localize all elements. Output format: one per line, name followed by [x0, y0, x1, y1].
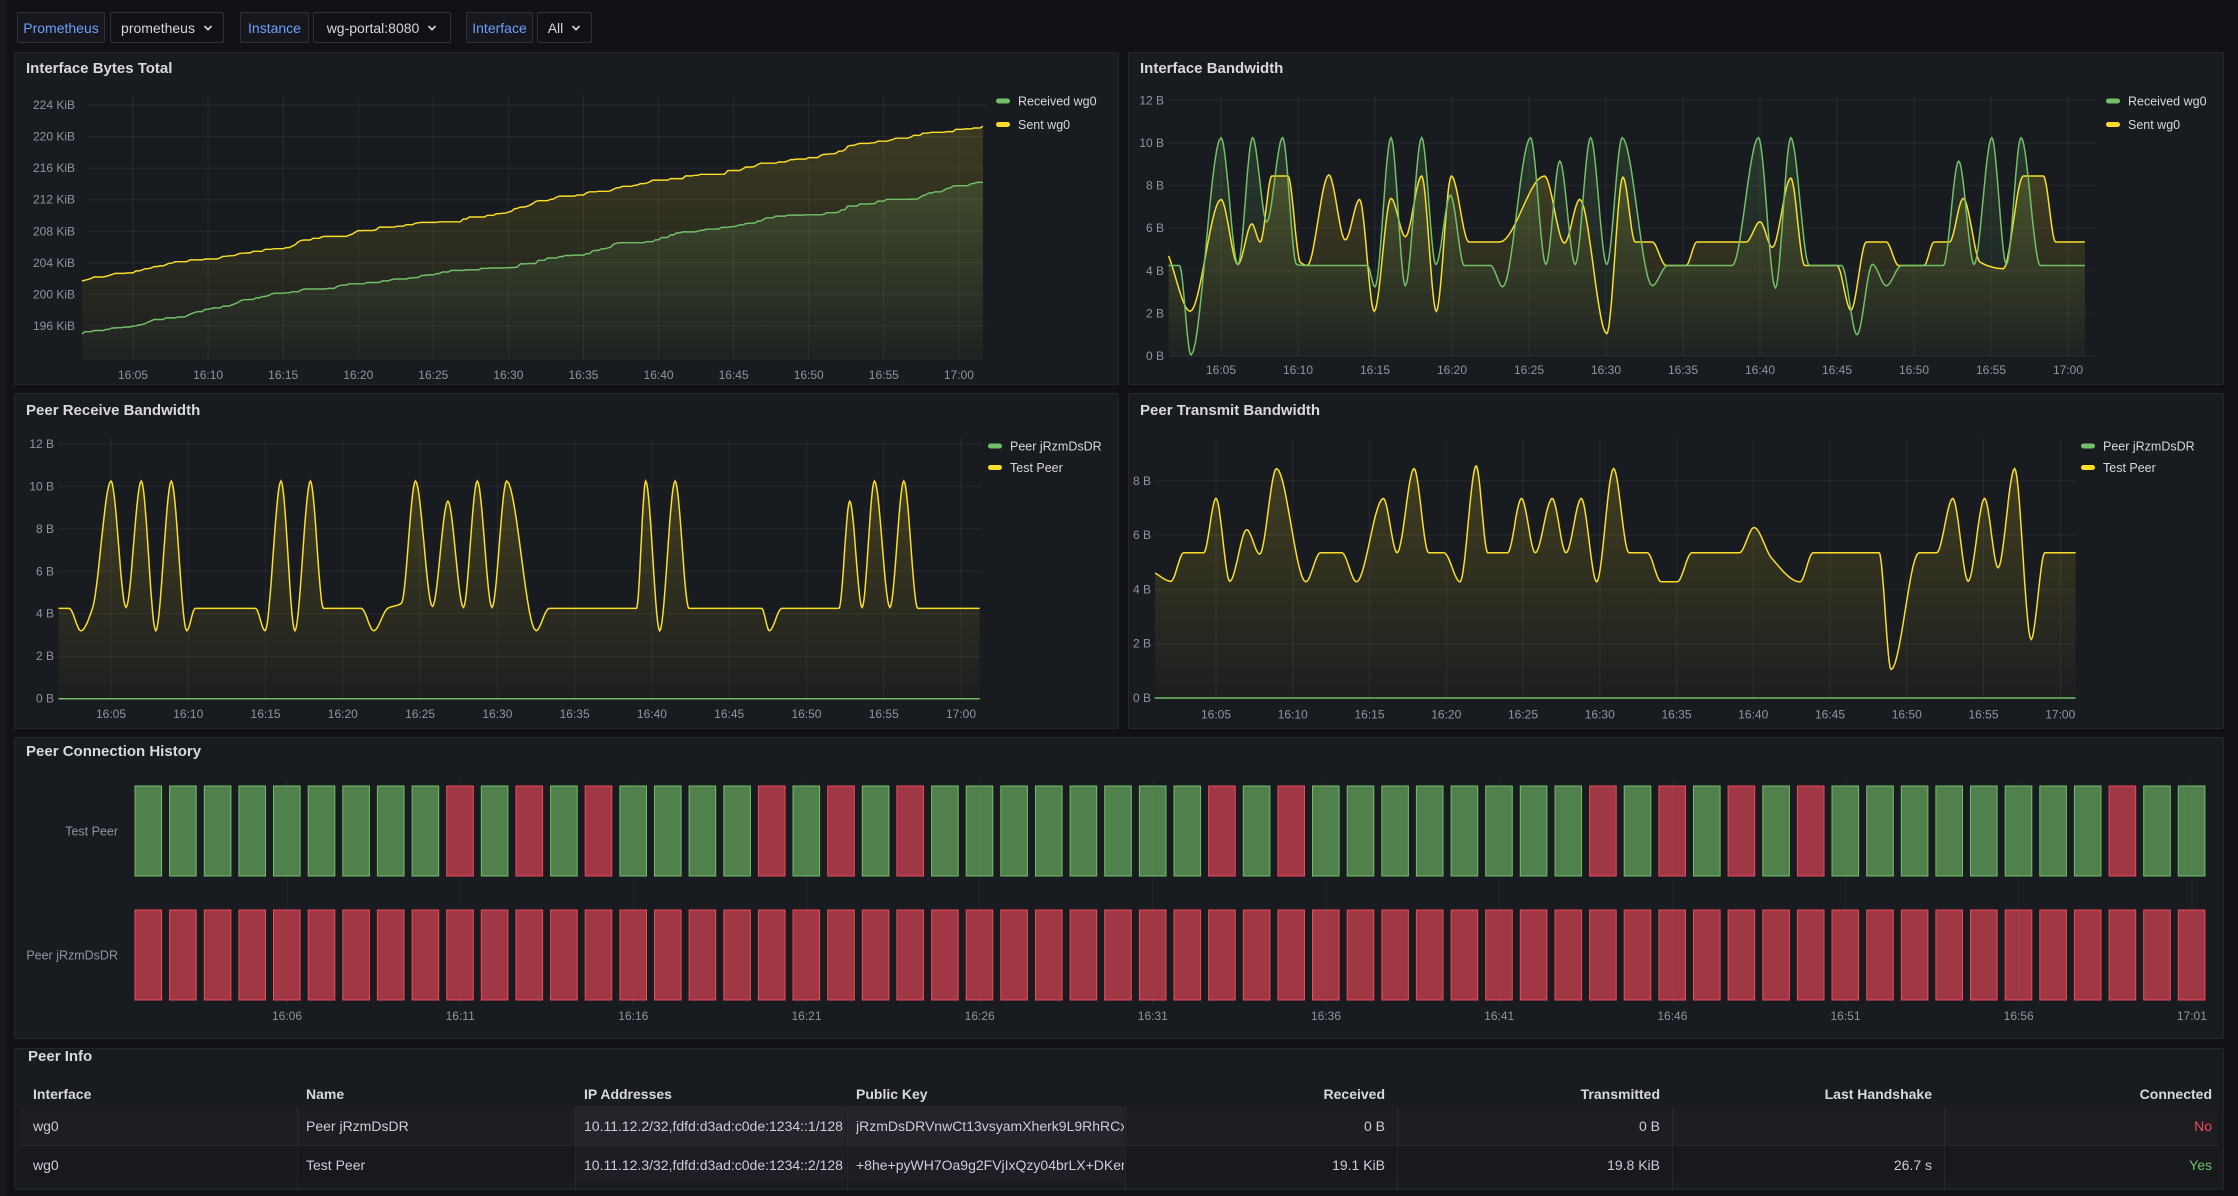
svg-text:16:30: 16:30 [493, 368, 523, 382]
svg-text:16:15: 16:15 [251, 707, 281, 721]
svg-text:17:00: 17:00 [2045, 708, 2075, 722]
svg-text:16:50: 16:50 [1892, 708, 1922, 722]
svg-text:0 B: 0 B [1146, 349, 1164, 363]
svg-text:4 B: 4 B [1146, 264, 1164, 278]
svg-text:Received wg0: Received wg0 [1018, 95, 1097, 109]
svg-text:16:05: 16:05 [1201, 708, 1231, 722]
svg-text:216 KiB: 216 KiB [33, 161, 75, 175]
svg-text:16:40: 16:40 [637, 707, 667, 721]
svg-text:16:50: 16:50 [791, 707, 821, 721]
svg-text:Peer jRzmDsDR: Peer jRzmDsDR [1010, 440, 1102, 454]
svg-text:16:40: 16:40 [1745, 363, 1775, 377]
svg-text:Test Peer: Test Peer [65, 825, 118, 839]
svg-text:6 B: 6 B [1133, 528, 1151, 542]
svg-text:2 B: 2 B [1133, 637, 1151, 651]
svg-text:16:05: 16:05 [1206, 363, 1236, 377]
svg-text:12 B: 12 B [1139, 93, 1164, 107]
svg-text:16:31: 16:31 [1138, 1009, 1168, 1023]
svg-text:16:50: 16:50 [794, 368, 824, 382]
svg-text:16:11: 16:11 [446, 1009, 475, 1023]
svg-text:16:55: 16:55 [1968, 708, 1998, 722]
svg-text:16:30: 16:30 [482, 707, 512, 721]
svg-text:10 B: 10 B [1139, 136, 1164, 150]
svg-text:16:15: 16:15 [268, 368, 298, 382]
svg-text:16:06: 16:06 [272, 1009, 302, 1023]
svg-text:16:35: 16:35 [1668, 363, 1698, 377]
svg-text:16:25: 16:25 [1508, 708, 1538, 722]
svg-text:16:20: 16:20 [1431, 708, 1461, 722]
svg-text:4 B: 4 B [36, 607, 54, 621]
svg-text:16:35: 16:35 [1661, 708, 1691, 722]
svg-text:16:05: 16:05 [96, 707, 126, 721]
svg-text:16:25: 16:25 [418, 368, 448, 382]
svg-text:16:21: 16:21 [791, 1009, 821, 1023]
svg-text:16:55: 16:55 [869, 368, 899, 382]
svg-text:16:20: 16:20 [328, 707, 358, 721]
svg-text:16:10: 16:10 [1283, 363, 1313, 377]
svg-text:16:40: 16:40 [644, 368, 674, 382]
svg-text:17:00: 17:00 [2053, 363, 2083, 377]
svg-text:8 B: 8 B [1133, 474, 1151, 488]
svg-text:196 KiB: 196 KiB [33, 319, 75, 333]
svg-text:2 B: 2 B [36, 649, 54, 663]
svg-text:16:55: 16:55 [869, 707, 899, 721]
svg-text:16:45: 16:45 [714, 707, 744, 721]
svg-text:16:16: 16:16 [618, 1009, 648, 1023]
svg-text:16:46: 16:46 [1657, 1009, 1687, 1023]
svg-text:16:10: 16:10 [173, 707, 203, 721]
svg-text:16:25: 16:25 [1514, 363, 1544, 377]
svg-text:12 B: 12 B [29, 437, 54, 451]
svg-text:Test Peer: Test Peer [2103, 461, 2156, 475]
svg-text:8 B: 8 B [36, 522, 54, 536]
svg-text:16:45: 16:45 [719, 368, 749, 382]
svg-text:16:15: 16:15 [1354, 708, 1384, 722]
svg-text:6 B: 6 B [1146, 221, 1164, 235]
svg-text:16:45: 16:45 [1815, 708, 1845, 722]
svg-text:16:45: 16:45 [1822, 363, 1852, 377]
svg-text:16:30: 16:30 [1591, 363, 1621, 377]
svg-text:200 KiB: 200 KiB [33, 287, 75, 301]
svg-text:0 B: 0 B [1133, 691, 1151, 705]
svg-text:2 B: 2 B [1146, 306, 1164, 320]
svg-text:17:01: 17:01 [2177, 1009, 2207, 1023]
svg-text:16:56: 16:56 [2004, 1009, 2034, 1023]
svg-text:16:10: 16:10 [1278, 708, 1308, 722]
svg-text:16:15: 16:15 [1360, 363, 1390, 377]
svg-text:16:35: 16:35 [560, 707, 590, 721]
svg-text:16:30: 16:30 [1585, 708, 1615, 722]
svg-text:6 B: 6 B [36, 564, 54, 578]
svg-text:0 B: 0 B [36, 692, 54, 706]
svg-text:Peer jRzmDsDR: Peer jRzmDsDR [2103, 440, 2195, 454]
svg-text:16:05: 16:05 [118, 368, 148, 382]
svg-text:Test Peer: Test Peer [1010, 461, 1063, 475]
svg-text:212 KiB: 212 KiB [33, 193, 75, 207]
svg-text:Received wg0: Received wg0 [2128, 95, 2207, 109]
svg-text:16:20: 16:20 [1437, 363, 1467, 377]
svg-text:16:36: 16:36 [1311, 1009, 1341, 1023]
svg-text:Sent wg0: Sent wg0 [1018, 118, 1070, 132]
svg-text:Peer jRzmDsDR: Peer jRzmDsDR [26, 949, 118, 963]
svg-text:8 B: 8 B [1146, 179, 1164, 193]
svg-text:4 B: 4 B [1133, 582, 1151, 596]
svg-text:17:00: 17:00 [944, 368, 974, 382]
svg-text:16:35: 16:35 [568, 368, 598, 382]
svg-text:16:51: 16:51 [1830, 1009, 1860, 1023]
svg-text:204 KiB: 204 KiB [33, 256, 75, 270]
svg-text:16:55: 16:55 [1976, 363, 2006, 377]
svg-text:16:20: 16:20 [343, 368, 373, 382]
svg-text:220 KiB: 220 KiB [33, 130, 75, 144]
svg-text:208 KiB: 208 KiB [33, 224, 75, 238]
svg-text:16:10: 16:10 [193, 368, 223, 382]
svg-text:16:41: 16:41 [1484, 1009, 1514, 1023]
svg-text:16:25: 16:25 [405, 707, 435, 721]
svg-text:16:40: 16:40 [1738, 708, 1768, 722]
svg-text:Sent wg0: Sent wg0 [2128, 118, 2180, 132]
svg-text:10 B: 10 B [29, 479, 54, 493]
svg-text:16:50: 16:50 [1899, 363, 1929, 377]
svg-text:17:00: 17:00 [946, 707, 976, 721]
svg-text:224 KiB: 224 KiB [33, 98, 75, 112]
svg-text:16:26: 16:26 [965, 1009, 995, 1023]
